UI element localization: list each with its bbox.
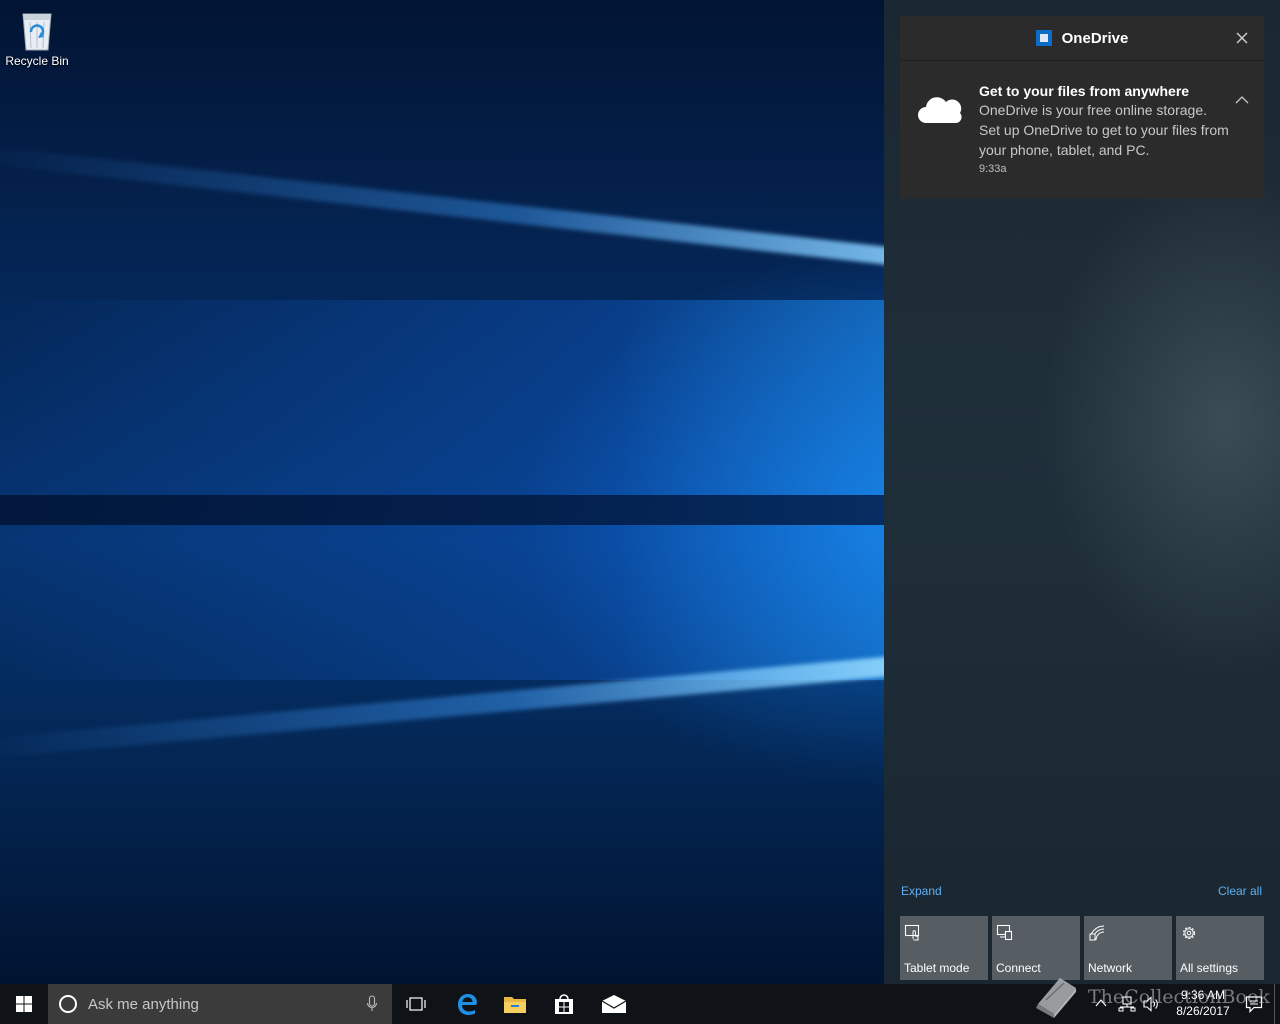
task-view-button[interactable] [392,984,440,1024]
recycle-bin-icon [22,13,52,51]
cloud-icon [918,97,962,123]
notification-app-name: OneDrive [1061,29,1129,47]
action-center-panel: OneDrive Get to your files from anywhere… [884,0,1280,984]
wallpaper-dark-band [0,495,960,525]
notification-time: 9:33a [979,163,1007,175]
notification-text: Get to your files from anywhere OneDrive… [979,83,1231,175]
expand-link[interactable]: Expand [901,884,942,898]
task-view-icon [406,997,426,1011]
network-icon [1089,925,1105,941]
book-logo-icon [1036,978,1076,1018]
store-icon [555,994,573,1014]
recycle-bin-label: Recycle Bin [5,54,69,68]
wallpaper-light-beam-top [0,143,962,273]
tablet-mode-tile[interactable]: Tablet mode [900,916,988,980]
connect-tile[interactable]: Connect [992,916,1080,980]
onedrive-app-icon [1035,30,1052,46]
network-tile[interactable]: Network [1084,916,1172,980]
notification-header: OneDrive [900,16,1264,61]
chevron-up-icon [1235,96,1249,104]
quick-action-label: Tablet mode [904,961,970,975]
cortana-icon [59,995,77,1013]
notification-title: Get to your files from anywhere [979,83,1190,99]
cortana-search-box[interactable]: Ask me anything [48,984,392,1024]
mail-icon [601,995,627,1013]
notification-message: OneDrive is your free online storage. Se… [979,102,1229,158]
microphone-icon[interactable] [366,995,378,1013]
start-button[interactable] [0,984,48,1024]
file-explorer-taskbar-button[interactable] [491,984,539,1024]
quick-action-label: All settings [1180,961,1239,975]
search-placeholder: Ask me anything [88,996,199,1013]
show-desktop-button[interactable] [1274,984,1280,1024]
gear-icon [1182,926,1196,940]
all-settings-tile[interactable]: All settings [1176,916,1264,980]
mail-taskbar-button[interactable] [590,984,638,1024]
store-taskbar-button[interactable] [540,984,588,1024]
close-notification-button[interactable] [1232,28,1252,48]
recycle-bin-shortcut[interactable]: Recycle Bin [4,6,70,68]
collapse-notification-button[interactable] [1234,93,1250,107]
quick-action-label: Network [1088,961,1133,975]
connect-icon [996,924,1013,941]
tablet-mode-icon [904,924,920,941]
close-icon [1236,32,1248,44]
notification-app-title: OneDrive [900,16,1264,60]
windows-logo-icon [16,996,32,1012]
wallpaper-glow [0,300,884,680]
onedrive-notification[interactable]: OneDrive Get to your files from anywhere… [900,16,1264,199]
clear-all-link[interactable]: Clear all [1218,884,1262,898]
quick-actions: Tablet mode Connect Network All settings [900,916,1264,980]
notification-body[interactable]: Get to your files from anywhere OneDrive… [900,61,1264,199]
quick-action-label: Connect [996,961,1041,975]
watermark-text: TheCollectionBook [1088,986,1270,1008]
watermark: TheCollectionBook [1030,974,1270,1020]
file-explorer-icon [504,997,526,1013]
edge-icon [458,994,477,1015]
edge-taskbar-button[interactable] [443,984,491,1024]
